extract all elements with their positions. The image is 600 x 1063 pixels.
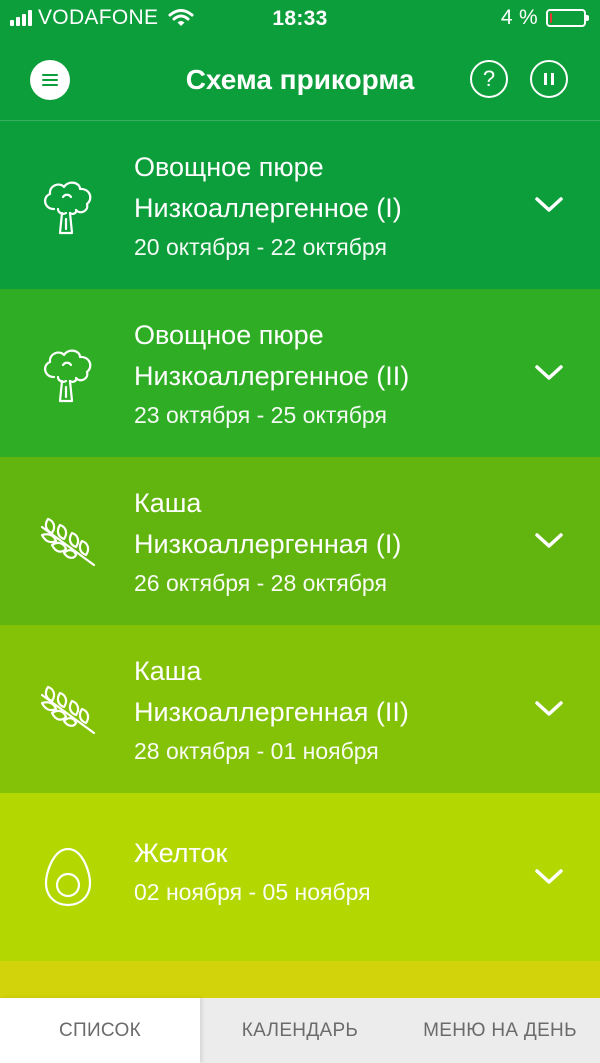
- item-dates: 20 октября - 22 октября: [134, 234, 387, 260]
- help-icon: ?: [482, 66, 496, 91]
- item-subtitle: Низкоаллергенное (I): [134, 193, 402, 223]
- item-dates: 23 октября - 25 октября: [134, 402, 387, 428]
- page-title: Схема прикорма: [185, 64, 415, 95]
- item-title: Желток: [134, 838, 228, 868]
- help-button[interactable]: ?: [470, 60, 508, 98]
- item-text: Каша Низкоаллергенная (I) 26 октября - 2…: [134, 483, 401, 601]
- item-subtitle: Низкоаллергенное (II): [134, 361, 410, 391]
- item-text: Овощное пюре Низкоаллергенное (II) 23 ок…: [134, 315, 409, 433]
- bottom-tab-bar: СПИСОК КАЛЕНДАРЬ МЕНЮ НА ДЕНЬ: [0, 998, 600, 1063]
- wheat-icon: [40, 685, 96, 735]
- item-text: Каша Низкоаллергенная (II) 28 октября - …: [134, 651, 409, 769]
- chevron-down-icon[interactable]: [534, 364, 564, 382]
- item-dates: 26 октября - 28 октября: [134, 570, 387, 596]
- list-item[interactable]: Овощное пюре Низкоаллергенное (II) 23 ок…: [0, 289, 600, 457]
- item-subtitle: Низкоаллергенная (II): [134, 697, 409, 727]
- chevron-down-icon[interactable]: [534, 196, 564, 214]
- status-bar: VODAFONE 18:33 4 %: [0, 0, 600, 38]
- broccoli-icon: [44, 349, 92, 403]
- wheat-icon: [40, 517, 96, 567]
- tab-calendar[interactable]: КАЛЕНДАРЬ: [200, 998, 400, 1063]
- list-item[interactable]: Овощное пюре Низкоаллергенное (I) 20 окт…: [0, 121, 600, 289]
- tab-list[interactable]: СПИСОК: [0, 998, 200, 1063]
- egg-icon: [44, 847, 92, 907]
- tab-daily-menu[interactable]: МЕНЮ НА ДЕНЬ: [400, 998, 600, 1063]
- battery-icon: [546, 9, 589, 27]
- item-subtitle: Низкоаллергенная (I): [134, 529, 402, 559]
- chevron-down-icon[interactable]: [534, 868, 564, 886]
- status-right: 4 %: [500, 6, 589, 30]
- chevron-down-icon[interactable]: [534, 532, 564, 550]
- list-item[interactable]: Желток 02 ноября - 05 ноября: [0, 793, 600, 961]
- item-title: Каша: [134, 488, 202, 518]
- item-text: Желток 02 ноября - 05 ноября: [134, 833, 371, 910]
- item-title: Каша: [134, 656, 202, 686]
- list-item[interactable]: Каша Низкоаллергенная (I) 26 октября - 2…: [0, 457, 600, 625]
- pause-icon: [544, 73, 554, 85]
- item-title: Овощное пюре: [134, 152, 324, 182]
- pause-button[interactable]: [530, 60, 568, 98]
- battery-percent: 4 %: [500, 6, 538, 29]
- list-item[interactable]: Каша Низкоаллергенная (II) 28 октября - …: [0, 625, 600, 793]
- battery-level: [550, 13, 552, 23]
- chevron-down-icon[interactable]: [534, 700, 564, 718]
- list-item[interactable]: [0, 961, 600, 1001]
- item-dates: 28 октября - 01 ноября: [134, 738, 379, 764]
- broccoli-icon: [44, 181, 92, 235]
- feeding-schedule-list: Овощное пюре Низкоаллергенное (I) 20 окт…: [0, 121, 600, 1001]
- item-dates: 02 ноября - 05 ноября: [134, 879, 371, 905]
- item-text: Овощное пюре Низкоаллергенное (I) 20 окт…: [134, 147, 402, 265]
- app-header: Схема прикорма ?: [0, 38, 600, 121]
- item-title: Овощное пюре: [134, 320, 324, 350]
